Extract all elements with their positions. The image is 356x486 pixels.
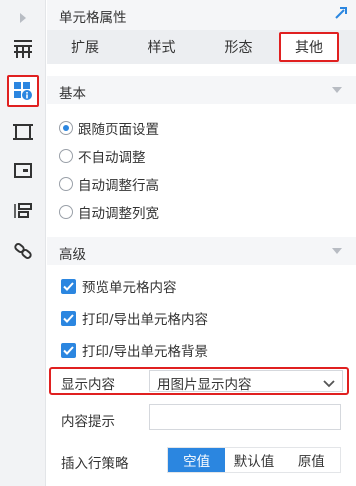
collapse-caret-icon [332,87,342,93]
checkbox-label: 打印/导出单元格背景 [82,344,209,360]
display-content-value: 用图片显示内容 [157,377,252,393]
panel-title: 单元格属性 [59,10,127,26]
frame-icon[interactable] [7,116,39,148]
radio-auto-column-width[interactable]: 自动调整列宽 [59,202,159,222]
checkbox-checked[interactable] [61,278,76,294]
display-content-label: 显示内容 [61,377,115,393]
tab-extend[interactable]: 扩展 [47,30,123,64]
checkbox-print-export-content[interactable]: 打印/导出单元格内容 [61,308,208,328]
layout-icon[interactable] [7,195,39,227]
expand-arrow-icon[interactable] [7,2,39,34]
content-hint-input[interactable] [149,404,341,430]
property-tabs: 扩展 样式 形态 其他 [47,30,356,64]
display-content-row: 显示内容 用图片显示内容 [49,367,349,395]
radio-auto-row-height[interactable]: 自动调整行高 [59,174,159,194]
cell-properties-panel: 单元格属性 扩展 样式 形态 其他 基本 跟随页面设置 不自动调整 自动调整行高… [47,0,356,486]
panel-header: 单元格属性 [47,0,356,30]
link-icon[interactable] [7,235,39,267]
basic-section-header[interactable]: 基本 [47,76,356,104]
radio-button-selected[interactable] [59,121,73,135]
checkbox-label: 打印/导出单元格内容 [82,312,209,328]
checkbox-label: 预览单元格内容 [82,280,177,296]
radio-no-auto-adjust[interactable]: 不自动调整 [59,146,146,166]
radio-button[interactable] [59,149,73,163]
tab-shape[interactable]: 形态 [200,30,277,64]
radio-button[interactable] [59,177,73,191]
cell-grid-icon[interactable] [7,33,39,65]
cell-attribute-icon[interactable] [7,75,39,107]
tab-style[interactable]: 样式 [123,30,200,64]
checkbox-print-export-background[interactable]: 打印/导出单元格背景 [61,340,208,360]
display-content-select[interactable]: 用图片显示内容 [149,370,343,393]
radio-label: 不自动调整 [78,150,146,166]
insert-strategy-default[interactable]: 默认值 [225,448,283,472]
checkbox-checked[interactable] [61,310,76,326]
basic-section-title: 基本 [59,86,86,102]
widget-icon[interactable] [7,155,39,187]
radio-label: 自动调整行高 [78,178,159,194]
advanced-section-title: 高级 [59,247,86,263]
radio-follow-page-setting[interactable]: 跟随页面设置 [59,118,159,138]
radio-button[interactable] [59,205,73,219]
collapse-caret-icon [332,248,342,254]
chevron-down-icon[interactable] [323,377,335,392]
advanced-section-header[interactable]: 高级 [47,237,356,265]
content-hint-label: 内容提示 [61,414,115,430]
left-icon-rail [0,0,46,486]
radio-label: 跟随页面设置 [78,122,159,138]
radio-label: 自动调整列宽 [78,206,159,222]
pin-icon[interactable] [334,6,348,24]
insert-strategy-label: 插入行策略 [61,456,129,472]
insert-strategy-original[interactable]: 原值 [282,448,340,472]
insert-strategy-empty[interactable]: 空值 [168,448,226,472]
checkbox-checked[interactable] [61,342,76,358]
checkbox-preview-cell-content[interactable]: 预览单元格内容 [61,276,177,296]
insert-strategy-segmented-control: 空值 默认值 原值 [167,447,341,473]
tab-other[interactable]: 其他 [279,32,339,62]
